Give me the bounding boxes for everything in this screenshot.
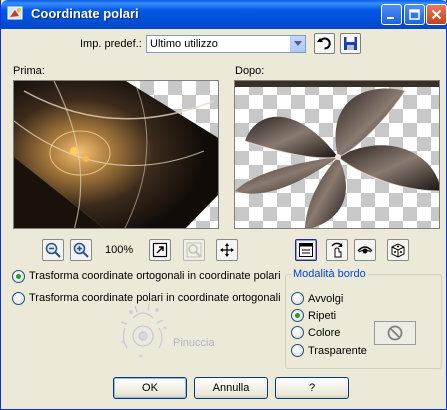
border-mode-title: Modalità bordo xyxy=(291,268,368,280)
watermark-text: Pinuccia xyxy=(173,337,215,349)
show-preview-button[interactable] xyxy=(295,239,317,261)
no-color-icon xyxy=(387,325,403,341)
after-preview-image xyxy=(235,81,439,228)
before-preview-image xyxy=(14,81,218,228)
before-label: Prima: xyxy=(13,65,45,77)
radio-rect-to-polar[interactable] xyxy=(12,270,25,283)
move-arrows-icon xyxy=(220,243,234,257)
close-button[interactable] xyxy=(426,4,447,25)
save-preset-button[interactable] xyxy=(340,33,361,54)
help-button[interactable]: ? xyxy=(275,377,349,399)
radio-color[interactable] xyxy=(291,326,304,339)
after-preview[interactable] xyxy=(234,80,440,229)
pan-button[interactable] xyxy=(216,239,238,261)
zoom-to-fit-button[interactable] xyxy=(149,239,171,261)
maximize-button[interactable] xyxy=(404,4,425,25)
minimize-icon xyxy=(387,17,394,19)
zoom-out-button[interactable] xyxy=(42,239,64,261)
radio-repeat[interactable] xyxy=(291,309,304,322)
polar-coordinates-dialog: Coordinate polari Imp. predef.: Ultimo u… xyxy=(0,0,447,410)
zoom-in-icon xyxy=(73,242,89,258)
zoom-level: 100% xyxy=(105,244,134,256)
hand-arrow-icon xyxy=(331,242,343,258)
title-bar[interactable]: Coordinate polari xyxy=(1,0,447,29)
preview-window-icon xyxy=(299,243,313,257)
cancel-button[interactable]: Annulla xyxy=(194,377,268,399)
option-rect-to-polar-label[interactable]: Trasforma coordinate ortogonali in coord… xyxy=(29,270,281,282)
option-color-label[interactable]: Colore xyxy=(308,327,340,339)
proof-button[interactable] xyxy=(354,239,376,261)
presets-value: Ultimo utilizzo xyxy=(150,38,218,50)
border-color-swatch[interactable] xyxy=(374,321,416,345)
eye-icon xyxy=(357,246,373,254)
ok-button[interactable]: OK xyxy=(113,377,187,399)
presets-label: Imp. predef.: xyxy=(80,38,142,50)
chevron-down-icon xyxy=(294,41,302,46)
randomize-parameters-button[interactable] xyxy=(326,239,348,261)
app-icon xyxy=(7,6,23,20)
actual-size-button[interactable] xyxy=(183,239,205,261)
window-title: Coordinate polari xyxy=(31,6,139,21)
option-repeat-label[interactable]: Ripeti xyxy=(308,310,336,322)
radio-polar-to-rect[interactable] xyxy=(12,292,25,305)
zoom-out-icon xyxy=(45,242,61,258)
random-dice-button[interactable] xyxy=(387,239,409,261)
floppy-disk-icon xyxy=(344,37,357,50)
close-icon xyxy=(431,9,442,20)
maximize-icon xyxy=(409,9,420,20)
magnifier-disabled-icon xyxy=(186,242,202,258)
reset-preset-button[interactable] xyxy=(314,33,335,54)
option-wrap-label[interactable]: Avvolgi xyxy=(308,293,343,305)
pinuccia-watermark: Pinuccia xyxy=(120,303,215,358)
presets-dropdown[interactable]: Ultimo utilizzo xyxy=(146,35,306,53)
zoom-in-button[interactable] xyxy=(70,239,92,261)
dropdown-arrow[interactable] xyxy=(289,36,305,52)
minimize-button[interactable] xyxy=(381,4,402,25)
dice-icon xyxy=(391,243,405,258)
after-label: Dopo: xyxy=(235,65,265,77)
radio-wrap[interactable] xyxy=(291,292,304,305)
before-preview[interactable] xyxy=(13,80,219,229)
radio-transparent[interactable] xyxy=(291,344,304,357)
option-transparent-label[interactable]: Trasparente xyxy=(308,345,367,357)
undo-arrow-icon xyxy=(317,37,331,50)
fit-window-icon xyxy=(152,242,168,258)
